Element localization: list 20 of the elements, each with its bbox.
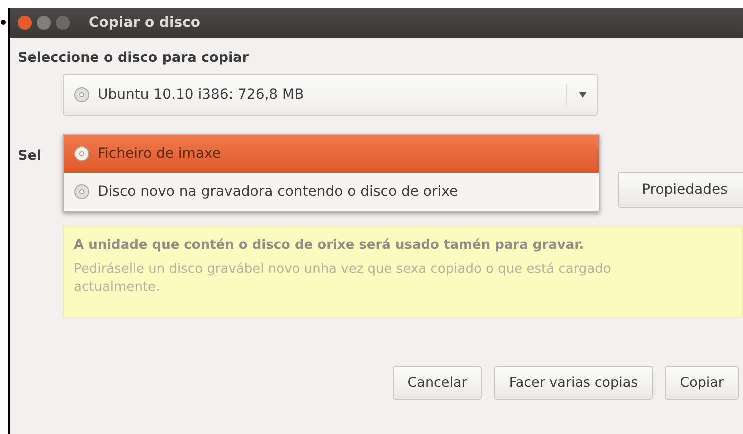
dialog-button[interactable]: Copiar [665, 366, 739, 400]
source-label: Seleccione o disco para copiar [18, 50, 250, 66]
close-icon[interactable] [18, 16, 32, 30]
dialog-button[interactable]: Facer varias copias [494, 366, 654, 400]
window-title: Copiar o disco [89, 15, 201, 31]
disc-icon [74, 146, 90, 162]
disc-icon [74, 87, 90, 103]
minimize-icon[interactable] [37, 16, 51, 30]
disc-icon [74, 184, 90, 200]
source-dropdown[interactable]: Ubuntu 10.10 i386: 726,8 MB [63, 74, 598, 116]
destination-label: Sel [18, 148, 42, 164]
menu-item[interactable]: Ficheiro de imaxe [64, 135, 599, 173]
info-text: Pediráselle un disco gravábel novo unha vez que sexa copiado o que está cargado actualmente. [74, 261, 612, 297]
properties-button[interactable]: Propiedades [618, 172, 743, 208]
bullet-icon [1, 20, 6, 25]
maximize-icon[interactable] [56, 16, 70, 30]
info-title: A unidade que contén o disco de orixe será usado tamén para gravar. [74, 237, 586, 255]
dropdown-arrow-icon [566, 84, 587, 106]
dialog-button[interactable]: Cancelar [392, 366, 482, 400]
menu-item[interactable]: Disco novo na gravadora contendo o disco de orixe [64, 173, 599, 211]
